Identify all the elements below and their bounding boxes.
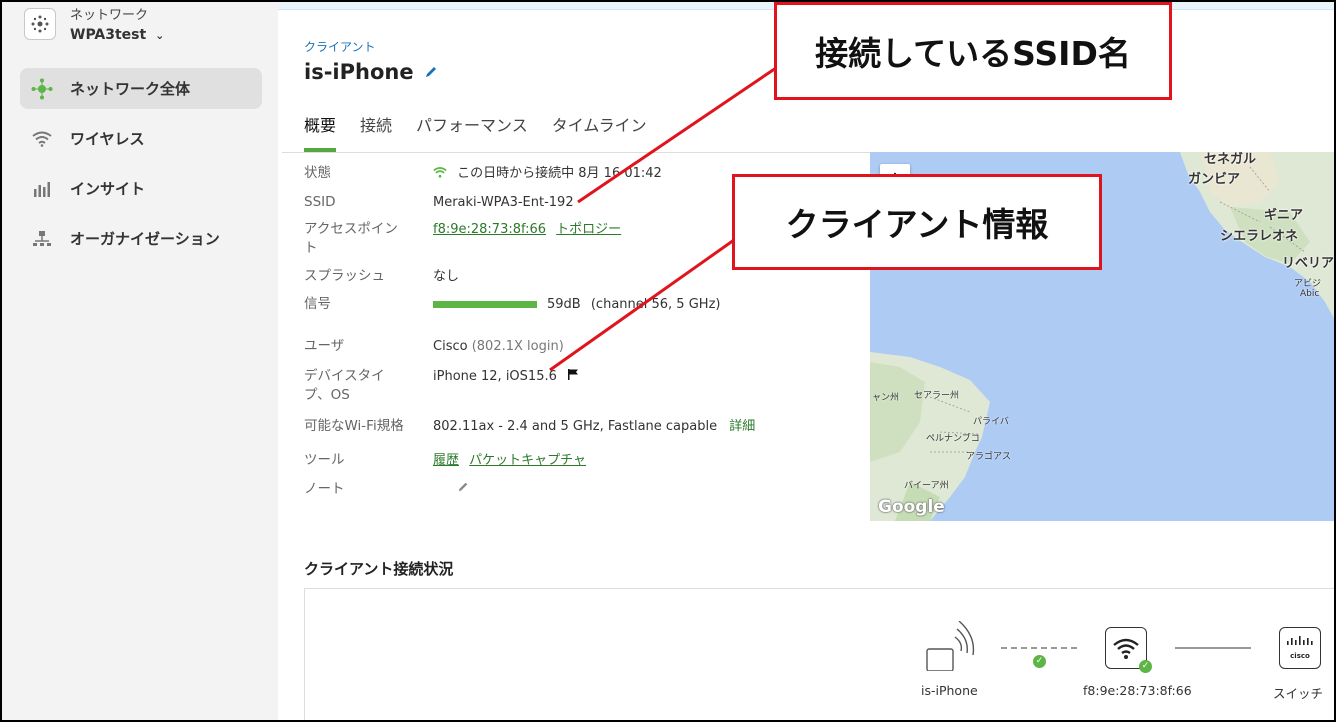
pencil-icon[interactable]: [424, 60, 438, 84]
client-device-icon[interactable]: [925, 620, 985, 672]
map-label-maranhao: ャン州: [872, 393, 900, 403]
sidebar-nav: ネットワーク全体 ワイヤレス インサイト オーガナイゼーション: [20, 68, 262, 268]
google-logo: Google: [878, 497, 945, 517]
main-content: クライアント is-iPhone 概要 接続 パフォーマンス タイムライン 状態: [278, 2, 1335, 720]
screenshot-frame: ネットワーク WPA3test ⌄ ネットワーク全体 ワイヤレス インサイト オ…: [0, 0, 1336, 722]
ap-label: アクセスポイント: [304, 221, 398, 256]
wifi-icon: [30, 127, 54, 151]
ap-value: f8:9e:28:73:8f:66 トポロジー: [433, 220, 621, 239]
map-label-pernambuco: ペルナンブコ: [926, 434, 980, 444]
map-label-guinea: ギニア: [1264, 208, 1304, 223]
sidebar-item-network-wide[interactable]: ネットワーク全体: [20, 68, 262, 109]
ap-node-label: f8:9e:28:73:8f:66: [1083, 683, 1192, 698]
client-node-label: is-iPhone: [921, 683, 978, 698]
wired-link: [1175, 647, 1251, 649]
connection-diagram: is-iPhone ✓ ✓ f8:9e:28:73:8f:66 cisco スイ…: [304, 588, 1334, 720]
check-icon: ✓: [1033, 655, 1046, 668]
network-logo-icon: [24, 8, 56, 40]
sidebar-item-label: ワイヤレス: [70, 130, 145, 148]
sidebar-item-insight[interactable]: インサイト: [20, 168, 262, 209]
ssid-value: Meraki-WPA3-Ent-192: [433, 195, 574, 210]
wifi-standard-label: 可能なWi-Fi規格: [304, 418, 404, 434]
wireless-link: [1001, 647, 1077, 649]
chevron-down-icon: ⌄: [155, 29, 165, 42]
topology-link[interactable]: トポロジー: [556, 222, 621, 237]
status-value: この日時から接続中 8月 16 01:42: [433, 164, 662, 183]
tools-value: 履歴 パケットキャプチャ: [433, 451, 586, 470]
status-label: 状態: [304, 165, 331, 181]
tab-timeline[interactable]: タイムライン: [552, 112, 647, 152]
bar-chart-icon: [30, 177, 54, 201]
tools-label: ツール: [304, 452, 345, 468]
switch-node-label: スイッチ: [1273, 686, 1324, 701]
map-label-liberia: リベリア: [1282, 256, 1335, 271]
tab-performance[interactable]: パフォーマンス: [416, 112, 528, 152]
wifi-status-icon: [433, 166, 457, 181]
network-label: ネットワーク: [70, 8, 149, 23]
map-label-abidjan-en: Abic: [1300, 289, 1320, 299]
edit-note-icon[interactable]: [457, 480, 469, 499]
breadcrumb[interactable]: クライアント: [304, 38, 376, 55]
user-label: ユーザ: [304, 338, 345, 354]
sidebar-item-label: オーガナイゼーション: [70, 230, 220, 248]
signal-label: 信号: [304, 296, 331, 312]
connection-status-title: クライアント接続状況: [304, 560, 454, 578]
signal-value: 59dB (channel 56, 5 GHz): [433, 295, 720, 314]
tab-overview[interactable]: 概要: [304, 112, 337, 152]
map-label-alagoas: アラゴアス: [966, 452, 1012, 462]
tab-connection[interactable]: 接続: [360, 112, 392, 152]
map-label-senegal: セネガル: [1204, 152, 1257, 167]
device-value: iPhone 12, iOS15.6: [433, 367, 579, 386]
map-label-gambia: ガンビア: [1188, 172, 1241, 187]
packet-capture-link[interactable]: パケットキャプチャ: [469, 453, 586, 468]
map-label-paraiba: パライバ: [973, 417, 1009, 427]
page-title: is-iPhone: [304, 60, 438, 84]
organization-icon: [30, 227, 54, 251]
ssid-label: SSID: [304, 194, 336, 210]
flag-icon[interactable]: [567, 369, 579, 384]
device-label: デバイスタイプ、OS: [304, 368, 385, 403]
user-value: Cisco (802.1X login): [433, 339, 564, 354]
splash-label: スプラッシュ: [304, 268, 385, 284]
splash-value: なし: [433, 269, 460, 284]
sidebar: ネットワーク WPA3test ⌄ ネットワーク全体 ワイヤレス インサイト オ…: [2, 2, 278, 720]
details-link[interactable]: 詳細: [729, 419, 755, 434]
sidebar-item-organization[interactable]: オーガナイゼーション: [20, 218, 262, 259]
sidebar-item-label: ネットワーク全体: [70, 80, 191, 98]
switch-icon[interactable]: cisco: [1279, 627, 1321, 669]
network-name: WPA3test ⌄: [70, 27, 165, 43]
ssid-callout: 接続しているSSID名: [774, 2, 1172, 100]
map-label-ceara: セアラー州: [914, 391, 960, 401]
sidebar-item-wireless[interactable]: ワイヤレス: [20, 118, 262, 159]
map-label-abidjan: アビジ: [1294, 279, 1322, 289]
note-label: ノート: [304, 481, 345, 497]
client-info-callout: クライアント情報: [732, 174, 1102, 270]
history-link[interactable]: 履歴: [433, 453, 459, 468]
map-label-sierra-leone: シエラレオネ: [1220, 229, 1299, 244]
cisco-logo-text: cisco: [1290, 652, 1310, 660]
wifi-standard-value: 802.11ax - 2.4 and 5 GHz, Fastlane capab…: [433, 419, 756, 434]
network-switcher[interactable]: ネットワーク WPA3test ⌄: [24, 8, 164, 47]
network-icon: [30, 77, 54, 101]
signal-bar: [433, 301, 537, 308]
tab-bar: 概要 接続 パフォーマンス タイムライン: [304, 112, 647, 152]
client-name: is-iPhone: [304, 60, 414, 84]
sidebar-item-label: インサイト: [70, 180, 146, 198]
map-label-bahia: バイーア州: [904, 481, 949, 491]
check-icon: ✓: [1139, 660, 1152, 673]
ap-mac-link[interactable]: f8:9e:28:73:8f:66: [433, 222, 546, 237]
